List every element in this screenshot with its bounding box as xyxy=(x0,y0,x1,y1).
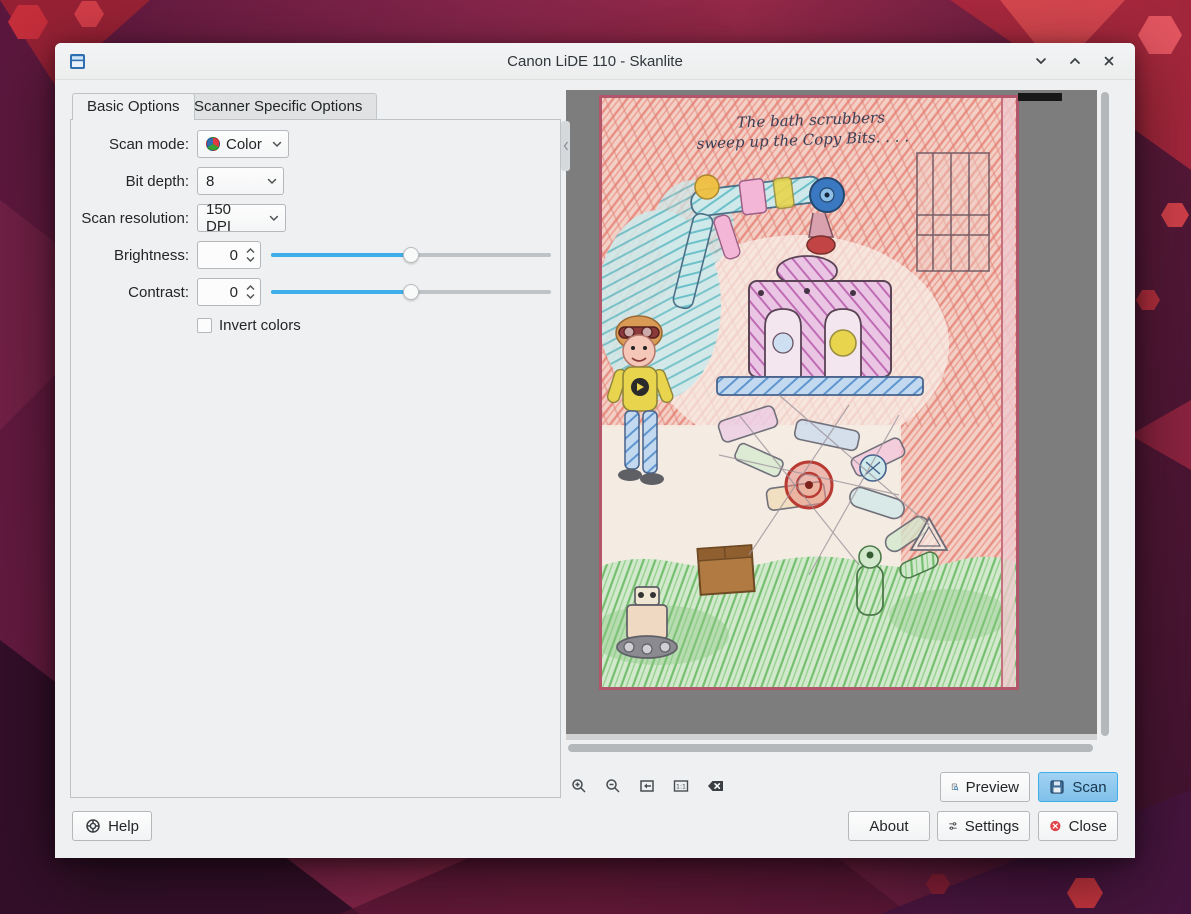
tab-scanner-specific-options[interactable]: Scanner Specific Options xyxy=(179,93,377,119)
splitter-handle[interactable] xyxy=(561,121,570,171)
window-title: Canon LiDE 110 - Skanlite xyxy=(55,53,1135,70)
brightness-value: 0 xyxy=(198,247,242,264)
spin-down-icon[interactable] xyxy=(246,256,255,262)
spin-up-icon[interactable] xyxy=(246,248,255,254)
settings-button-label: Settings xyxy=(965,818,1019,835)
help-button-label: Help xyxy=(108,818,139,835)
scan-mode-value: Color xyxy=(226,136,262,153)
about-button[interactable]: About xyxy=(848,811,930,841)
bit-depth-label: Bit depth: xyxy=(71,173,189,190)
svg-text:1:1: 1:1 xyxy=(676,784,686,791)
scan-artifact-light-strip xyxy=(566,734,1097,740)
settings-button[interactable]: Settings xyxy=(937,811,1030,841)
spin-up-icon[interactable] xyxy=(246,285,255,291)
scan-resolution-row: Scan resolution: 150 DPI xyxy=(71,204,560,232)
scan-preview-area[interactable]: The bath scrubbers sweep up the Copy Bit… xyxy=(566,90,1097,740)
brightness-row: Brightness: 0 xyxy=(71,241,560,269)
brightness-spinbox[interactable]: 0 xyxy=(197,241,261,269)
about-button-label: About xyxy=(869,818,908,835)
contrast-slider-handle[interactable] xyxy=(403,284,419,300)
settings-sliders-icon xyxy=(948,818,958,834)
zoom-to-fit-icon xyxy=(639,778,655,794)
document-preview-icon xyxy=(951,779,959,795)
bit-depth-row: Bit depth: 8 xyxy=(71,167,560,195)
horizontal-scrollbar[interactable] xyxy=(566,742,1097,754)
close-icon xyxy=(1102,54,1116,68)
scanned-drawing: The bath scrubbers sweep up the Copy Bit… xyxy=(599,95,1019,690)
vertical-scrollbar[interactable] xyxy=(1099,90,1111,740)
zoom-actual-size-icon: 1:1 xyxy=(673,778,689,794)
clear-selections-button[interactable] xyxy=(702,773,728,799)
vertical-scrollbar-handle[interactable] xyxy=(1101,92,1109,736)
brightness-label: Brightness: xyxy=(71,247,189,264)
maximize-button[interactable] xyxy=(1063,49,1087,73)
preview-button-label: Preview xyxy=(966,779,1019,796)
skanlite-window: Canon LiDE 110 - Skanlite Basic Options … xyxy=(55,43,1135,858)
scan-button-label: Scan xyxy=(1072,779,1106,796)
scanned-image: The bath scrubbers sweep up the Copy Bit… xyxy=(599,95,1019,690)
zoom-out-icon xyxy=(605,778,621,794)
zoom-to-fit-button[interactable] xyxy=(634,773,660,799)
app-window-icon xyxy=(69,53,86,70)
scan-mode-row: Scan mode: Color xyxy=(71,130,560,158)
spin-down-icon[interactable] xyxy=(246,293,255,299)
clear-selections-icon xyxy=(707,778,724,794)
brightness-slider-handle[interactable] xyxy=(403,247,419,263)
brightness-slider[interactable] xyxy=(271,246,551,264)
titlebar[interactable]: Canon LiDE 110 - Skanlite xyxy=(55,43,1135,80)
preview-toolbar: 1:1 xyxy=(566,773,728,799)
scan-artifact-dark-bar xyxy=(1018,93,1062,101)
zoom-in-icon xyxy=(571,778,587,794)
chevron-down-icon xyxy=(1034,54,1048,68)
horizontal-scrollbar-handle[interactable] xyxy=(568,744,1093,752)
contrast-value: 0 xyxy=(198,284,242,301)
close-button[interactable]: Close xyxy=(1038,811,1118,841)
help-button[interactable]: Help xyxy=(72,811,152,841)
color-wheel-icon xyxy=(206,137,220,151)
scan-resolution-dropdown[interactable]: 150 DPI xyxy=(197,204,286,232)
tab-basic-options[interactable]: Basic Options xyxy=(72,93,195,120)
chevron-down-icon xyxy=(272,140,282,148)
zoom-out-button[interactable] xyxy=(600,773,626,799)
contrast-slider[interactable] xyxy=(271,283,551,301)
bit-depth-value: 8 xyxy=(206,173,214,190)
minimize-button[interactable] xyxy=(1029,49,1053,73)
scan-button[interactable]: Scan xyxy=(1038,772,1118,802)
slider-fill xyxy=(271,290,411,294)
basic-options-panel: Scan mode: Color Bit depth: 8 Scan resol… xyxy=(70,119,561,798)
scan-mode-dropdown[interactable]: Color xyxy=(197,130,289,158)
invert-colors-label: Invert colors xyxy=(219,317,301,334)
zoom-in-button[interactable] xyxy=(566,773,592,799)
chevron-down-icon xyxy=(269,214,279,222)
invert-colors-checkbox[interactable] xyxy=(197,318,212,333)
invert-colors-row: Invert colors xyxy=(197,317,301,334)
zoom-actual-size-button[interactable]: 1:1 xyxy=(668,773,694,799)
help-icon xyxy=(85,818,101,834)
contrast-label: Contrast: xyxy=(71,284,189,301)
chevron-left-icon xyxy=(563,141,569,151)
bit-depth-dropdown[interactable]: 8 xyxy=(197,167,284,195)
close-circle-icon xyxy=(1049,818,1062,834)
contrast-row: Contrast: 0 xyxy=(71,278,560,306)
chevron-up-icon xyxy=(1068,54,1082,68)
close-button-label: Close xyxy=(1069,818,1107,835)
scan-mode-label: Scan mode: xyxy=(71,136,189,153)
close-window-button[interactable] xyxy=(1097,49,1121,73)
slider-fill xyxy=(271,253,411,257)
preview-button[interactable]: Preview xyxy=(940,772,1030,802)
contrast-spinbox[interactable]: 0 xyxy=(197,278,261,306)
scan-resolution-value: 150 DPI xyxy=(206,201,259,235)
scan-resolution-label: Scan resolution: xyxy=(71,210,189,227)
chevron-down-icon xyxy=(267,177,277,185)
save-scan-icon xyxy=(1049,779,1065,795)
